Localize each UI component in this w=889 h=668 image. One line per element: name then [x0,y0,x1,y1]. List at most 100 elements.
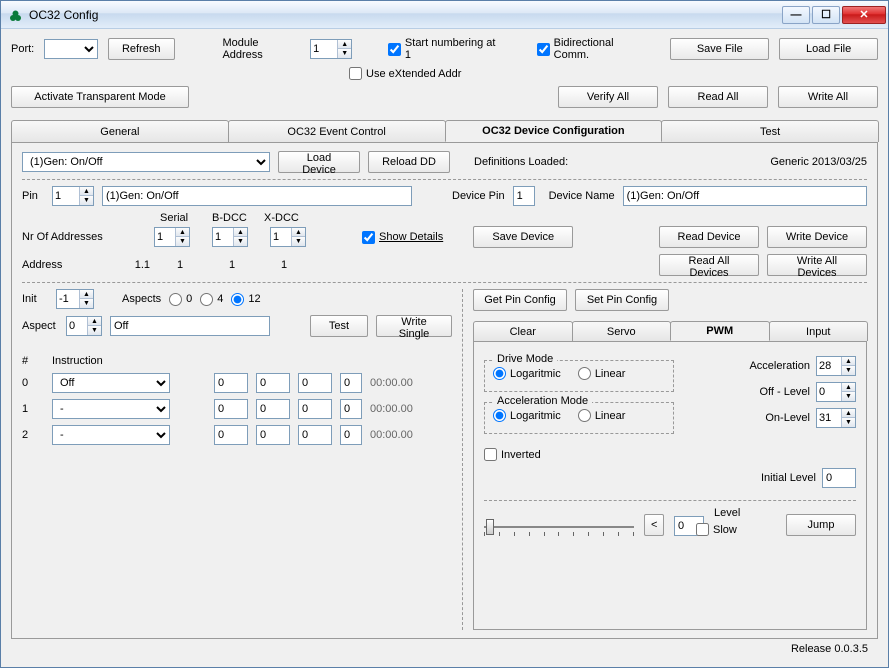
spin-up[interactable]: ▲ [338,40,351,49]
read-all-button[interactable]: Read All [668,86,768,108]
aspect-name-input[interactable] [110,316,270,336]
extended-addr-checkbox[interactable]: Use eXtended Addr [349,67,461,80]
device-select[interactable]: (1)Gen: On/Off [22,152,270,172]
save-file-button[interactable]: Save File [670,38,769,60]
instr-v2[interactable] [256,373,290,393]
pin-spinner[interactable]: ▲▼ [52,186,94,206]
device-name-label: Device Name [549,190,615,202]
subtab-input[interactable]: Input [769,321,869,341]
device-name-input[interactable] [623,186,867,206]
instr-v3[interactable] [298,425,332,445]
aspects-radio-4[interactable]: 4 [200,293,223,306]
tab-device-config[interactable]: OC32 Device Configuration [445,120,663,142]
inverted-checkbox[interactable]: Inverted [484,448,541,461]
pin-name-input[interactable] [102,186,412,206]
refresh-button[interactable]: Refresh [108,38,175,60]
tab-test[interactable]: Test [661,120,879,142]
instruction-row: 1-00:00.00 [22,399,452,419]
instruction-row: 2- 00:00.00 [22,425,452,445]
aspects-radio-0[interactable]: 0 [169,293,192,306]
definitions-loaded-value: Generic 2013/03/25 [770,156,867,168]
read-device-button[interactable]: Read Device [659,226,759,248]
load-file-button[interactable]: Load File [779,38,878,60]
accel-mode-logarithmic[interactable]: Logaritmic [493,409,561,422]
port-select[interactable] [44,39,97,59]
close-button[interactable]: ✕ [842,6,886,24]
get-pin-config-button[interactable]: Get Pin Config [473,289,567,311]
instruction-row: 0Off00:00.00 [22,373,452,393]
nr-addresses-label: Nr Of Addresses [22,231,146,243]
start-numbering-checkbox[interactable]: Start numbering at 1 [388,37,503,61]
initial-level-label: Initial Level [761,472,816,484]
instr-v2[interactable] [256,399,290,419]
instruction-select[interactable]: - [52,425,170,445]
init-spinner[interactable]: ▲▼ [56,289,94,309]
module-address-input[interactable] [311,40,337,58]
test-button[interactable]: Test [310,315,368,337]
aspects-label: Aspects [122,293,161,305]
drive-mode-linear[interactable]: Linear [578,367,626,380]
serial-header: Serial [160,212,204,224]
device-pin-input[interactable] [513,186,535,206]
instr-v4[interactable] [340,399,362,419]
subtab-pwm[interactable]: PWM [670,321,770,341]
instr-v1[interactable] [214,425,248,445]
set-pin-config-button[interactable]: Set Pin Config [575,289,669,311]
aspect-spinner[interactable]: ▲▼ [66,316,102,336]
save-device-button[interactable]: Save Device [473,226,573,248]
activate-transparent-button[interactable]: Activate Transparent Mode [11,86,189,108]
tab-event[interactable]: OC32 Event Control [228,120,446,142]
instr-v2[interactable] [256,425,290,445]
instr-v1[interactable] [214,399,248,419]
xdcc-header: X-DCC [264,212,308,224]
row-index: 2 [22,429,44,441]
bidirectional-checkbox[interactable]: Bidirectional Comm. [537,37,651,61]
instr-v3[interactable] [298,399,332,419]
write-all-devices-button[interactable]: Write All Devices [767,254,867,276]
spin-down[interactable]: ▼ [338,49,351,58]
drive-mode-logarithmic[interactable]: Logaritmic [493,367,561,380]
level-slider[interactable] [484,518,634,536]
write-all-button[interactable]: Write All [778,86,878,108]
acceleration-spinner[interactable]: ▲▼ [816,356,856,376]
addr-xdcc: 1 [262,259,306,271]
accel-mode-linear[interactable]: Linear [578,409,626,422]
read-all-devices-button[interactable]: Read All Devices [659,254,759,276]
initial-level-input[interactable] [822,468,856,488]
xdcc-spinner[interactable]: ▲▼ [270,227,306,247]
jump-button[interactable]: Jump [786,514,856,536]
load-device-button[interactable]: Load Device [278,151,360,173]
verify-all-button[interactable]: Verify All [558,86,658,108]
addr-bdcc: 1 [210,259,254,271]
instr-time: 00:00.00 [370,403,413,415]
addr-serial: 1 [158,259,202,271]
instr-v3[interactable] [298,373,332,393]
slow-checkbox[interactable]: Slow [696,523,740,536]
aspects-radio-12[interactable]: 12 [231,293,260,306]
maximize-button[interactable]: ☐ [812,6,840,24]
write-device-button[interactable]: Write Device [767,226,867,248]
bdcc-spinner[interactable]: ▲▼ [212,227,248,247]
module-address-spinner[interactable]: ▲▼ [310,39,352,59]
main-tabs: General OC32 Event Control OC32 Device C… [11,120,878,142]
tab-general[interactable]: General [11,120,229,142]
offlevel-spinner[interactable]: ▲▼ [816,382,856,402]
instr-v4[interactable] [340,425,362,445]
instruction-select[interactable]: Off [52,373,170,393]
show-details-checkbox[interactable]: Show Details [362,231,443,244]
instr-v4[interactable] [340,373,362,393]
reload-dd-button[interactable]: Reload DD [368,151,450,173]
subtab-servo[interactable]: Servo [572,321,672,341]
definitions-loaded-label: Definitions Loaded: [474,156,568,168]
minimize-button[interactable]: — [782,6,810,24]
instr-v1[interactable] [214,373,248,393]
instruction-select[interactable]: - [52,399,170,419]
onlevel-spinner[interactable]: ▲▼ [816,408,856,428]
serial-spinner[interactable]: ▲▼ [154,227,190,247]
instr-time: 00:00.00 [370,377,413,389]
write-single-button[interactable]: Write Single [376,315,452,337]
instr-time: 00:00.00 [370,429,413,441]
titlebar: OC32 Config — ☐ ✕ [1,1,888,29]
subtab-clear[interactable]: Clear [473,321,573,341]
slider-left-button[interactable]: < [644,514,664,536]
